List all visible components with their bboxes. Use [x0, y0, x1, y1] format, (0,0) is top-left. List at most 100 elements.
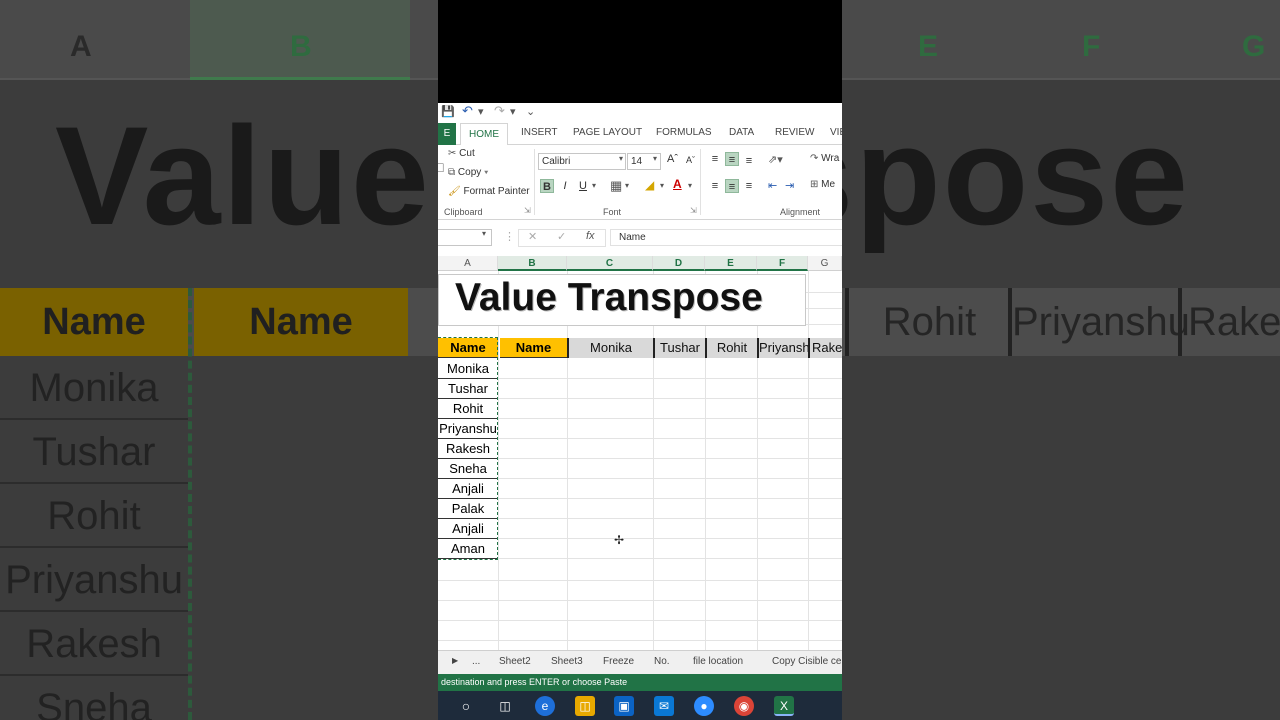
- column-header-e[interactable]: E: [705, 256, 757, 271]
- bold-button[interactable]: B: [540, 179, 554, 193]
- clipboard-launcher-icon[interactable]: ⇲: [524, 206, 531, 215]
- transposed-cell[interactable]: Rakesh: [808, 338, 842, 358]
- increase-font-icon[interactable]: Aˆ: [667, 153, 678, 165]
- tab-formulas[interactable]: FORMULAS: [656, 127, 712, 138]
- scissors-icon: ✂: [448, 148, 457, 159]
- task-view-icon[interactable]: ◫: [495, 696, 515, 716]
- tab-data[interactable]: DATA: [729, 127, 754, 138]
- tab-home[interactable]: HOME: [460, 123, 508, 146]
- merge-button[interactable]: ⊞ Me: [810, 179, 835, 190]
- transposed-cell[interactable]: Monika: [567, 338, 653, 358]
- column-header-a[interactable]: A: [438, 256, 498, 271]
- formula-input[interactable]: Name: [610, 229, 842, 246]
- column-header-g[interactable]: G: [808, 256, 842, 271]
- gridline: [757, 271, 758, 650]
- font-color-dropdown-icon[interactable]: ▾: [688, 181, 692, 190]
- sheet-tab[interactable]: No.: [654, 656, 670, 667]
- search-circle-icon[interactable]: ○: [456, 696, 476, 716]
- gridline: [438, 398, 842, 399]
- paste-icon[interactable]: □: [438, 159, 443, 175]
- align-bottom-icon[interactable]: ≡: [742, 154, 756, 168]
- redo-dropdown-icon[interactable]: ▾: [510, 105, 516, 118]
- store-icon[interactable]: ▣: [614, 696, 634, 716]
- status-bar: destination and press ENTER or choose Pa…: [438, 674, 842, 691]
- gridline: [808, 271, 809, 650]
- enter-icon[interactable]: ✓: [557, 230, 566, 243]
- save-icon[interactable]: 💾: [441, 105, 455, 118]
- ribbon-tabs: E HOME INSERT PAGE LAYOUT FORMULAS DATA …: [438, 123, 842, 146]
- underline-button[interactable]: U: [576, 179, 590, 193]
- font-name-select[interactable]: Calibri: [538, 153, 626, 170]
- transposed-cell[interactable]: Priyanshu: [757, 338, 808, 358]
- align-right-icon[interactable]: ≡: [742, 179, 756, 193]
- gridline: [438, 498, 842, 499]
- format-painter-button[interactable]: 🖌 Format Painter: [448, 186, 530, 197]
- column-header-b[interactable]: B: [498, 256, 567, 271]
- wrap-text-label: Wra: [821, 153, 840, 164]
- align-top-icon[interactable]: ≡: [708, 152, 722, 166]
- sheet-tab[interactable]: Copy Cisible ce: [772, 656, 841, 667]
- bg-rake: Rake: [1178, 288, 1280, 356]
- undo-dropdown-icon[interactable]: ▾: [478, 105, 484, 118]
- align-left-icon[interactable]: ≡: [708, 179, 722, 193]
- tab-review[interactable]: REVIEW: [775, 127, 814, 138]
- customize-qat-icon[interactable]: ⌄: [526, 105, 535, 118]
- alignment-group-label: Alignment: [780, 207, 821, 217]
- insert-function-icon[interactable]: fx: [586, 230, 595, 242]
- header-name-b[interactable]: Name: [500, 338, 567, 358]
- borders-dropdown-icon[interactable]: ▾: [625, 181, 629, 190]
- sheet-tab[interactable]: Freeze: [603, 656, 634, 667]
- underline-dropdown-icon[interactable]: ▾: [592, 181, 596, 190]
- cancel-icon[interactable]: ✕: [528, 230, 537, 243]
- redo-icon[interactable]: ↷: [494, 103, 505, 119]
- orientation-icon[interactable]: ⇗▾: [768, 153, 783, 166]
- font-name-dropdown-icon[interactable]: ▾: [619, 154, 623, 163]
- excel-icon[interactable]: X: [774, 696, 794, 716]
- paintbrush-icon: 🖌: [448, 186, 461, 197]
- column-header-f[interactable]: F: [757, 256, 808, 271]
- font-color-icon[interactable]: A: [673, 177, 682, 191]
- cut-button[interactable]: ✂ Cut: [448, 148, 475, 159]
- format-painter-label: Format Painter: [463, 186, 530, 197]
- tab-file[interactable]: E: [438, 123, 456, 145]
- gridline: [438, 378, 842, 379]
- bg-rohit: Rohit: [845, 288, 1010, 356]
- decrease-font-icon[interactable]: Aˇ: [686, 155, 695, 165]
- gridline: [653, 271, 654, 650]
- decrease-indent-icon[interactable]: ⇤: [768, 179, 777, 192]
- tab-insert[interactable]: INSERT: [521, 127, 558, 138]
- worksheet-grid[interactable]: A B C D E F G Value Transpose Name Name: [438, 256, 842, 650]
- copy-button[interactable]: ⧉ Copy ▾: [448, 167, 488, 178]
- transposed-cell[interactable]: Rohit: [705, 338, 757, 358]
- bg-left-name: Priyanshu: [0, 548, 188, 612]
- sheet-tab[interactable]: Sheet2: [499, 656, 531, 667]
- fill-color-dropdown-icon[interactable]: ▾: [660, 181, 664, 190]
- file-explorer-icon[interactable]: ◫: [575, 696, 595, 716]
- more-sheets[interactable]: ...: [472, 656, 480, 667]
- sheet-tab[interactable]: file location: [693, 656, 743, 667]
- font-size-dropdown-icon[interactable]: ▾: [653, 154, 657, 163]
- undo-icon[interactable]: ↶: [462, 103, 473, 119]
- italic-button[interactable]: I: [558, 179, 572, 193]
- borders-icon[interactable]: ▦: [610, 178, 622, 194]
- increase-indent-icon[interactable]: ⇥: [785, 179, 794, 192]
- column-header-c[interactable]: C: [567, 256, 653, 271]
- edge-icon[interactable]: e: [535, 696, 555, 716]
- mail-icon[interactable]: ✉: [654, 696, 674, 716]
- transposed-cell[interactable]: Tushar: [653, 338, 705, 358]
- column-header-d[interactable]: D: [653, 256, 705, 271]
- gridline: [498, 271, 499, 650]
- tab-view[interactable]: VIE: [830, 127, 842, 138]
- align-center-icon[interactable]: ≡: [725, 179, 739, 193]
- scroll-sheets-right-icon[interactable]: ▶: [452, 656, 458, 665]
- wrap-text-button[interactable]: ↷ Wra: [810, 153, 839, 164]
- zoom-icon[interactable]: ●: [694, 696, 714, 716]
- sheet-tab[interactable]: Sheet3: [551, 656, 583, 667]
- name-box-dropdown-icon[interactable]: ▾: [482, 229, 486, 238]
- chrome-icon[interactable]: ◉: [734, 696, 754, 716]
- gridline: [438, 600, 842, 601]
- font-launcher-icon[interactable]: ⇲: [690, 206, 697, 215]
- align-middle-icon[interactable]: ≡: [725, 152, 739, 166]
- tab-page-layout[interactable]: PAGE LAYOUT: [573, 127, 642, 138]
- fill-color-icon[interactable]: ◢: [645, 178, 654, 192]
